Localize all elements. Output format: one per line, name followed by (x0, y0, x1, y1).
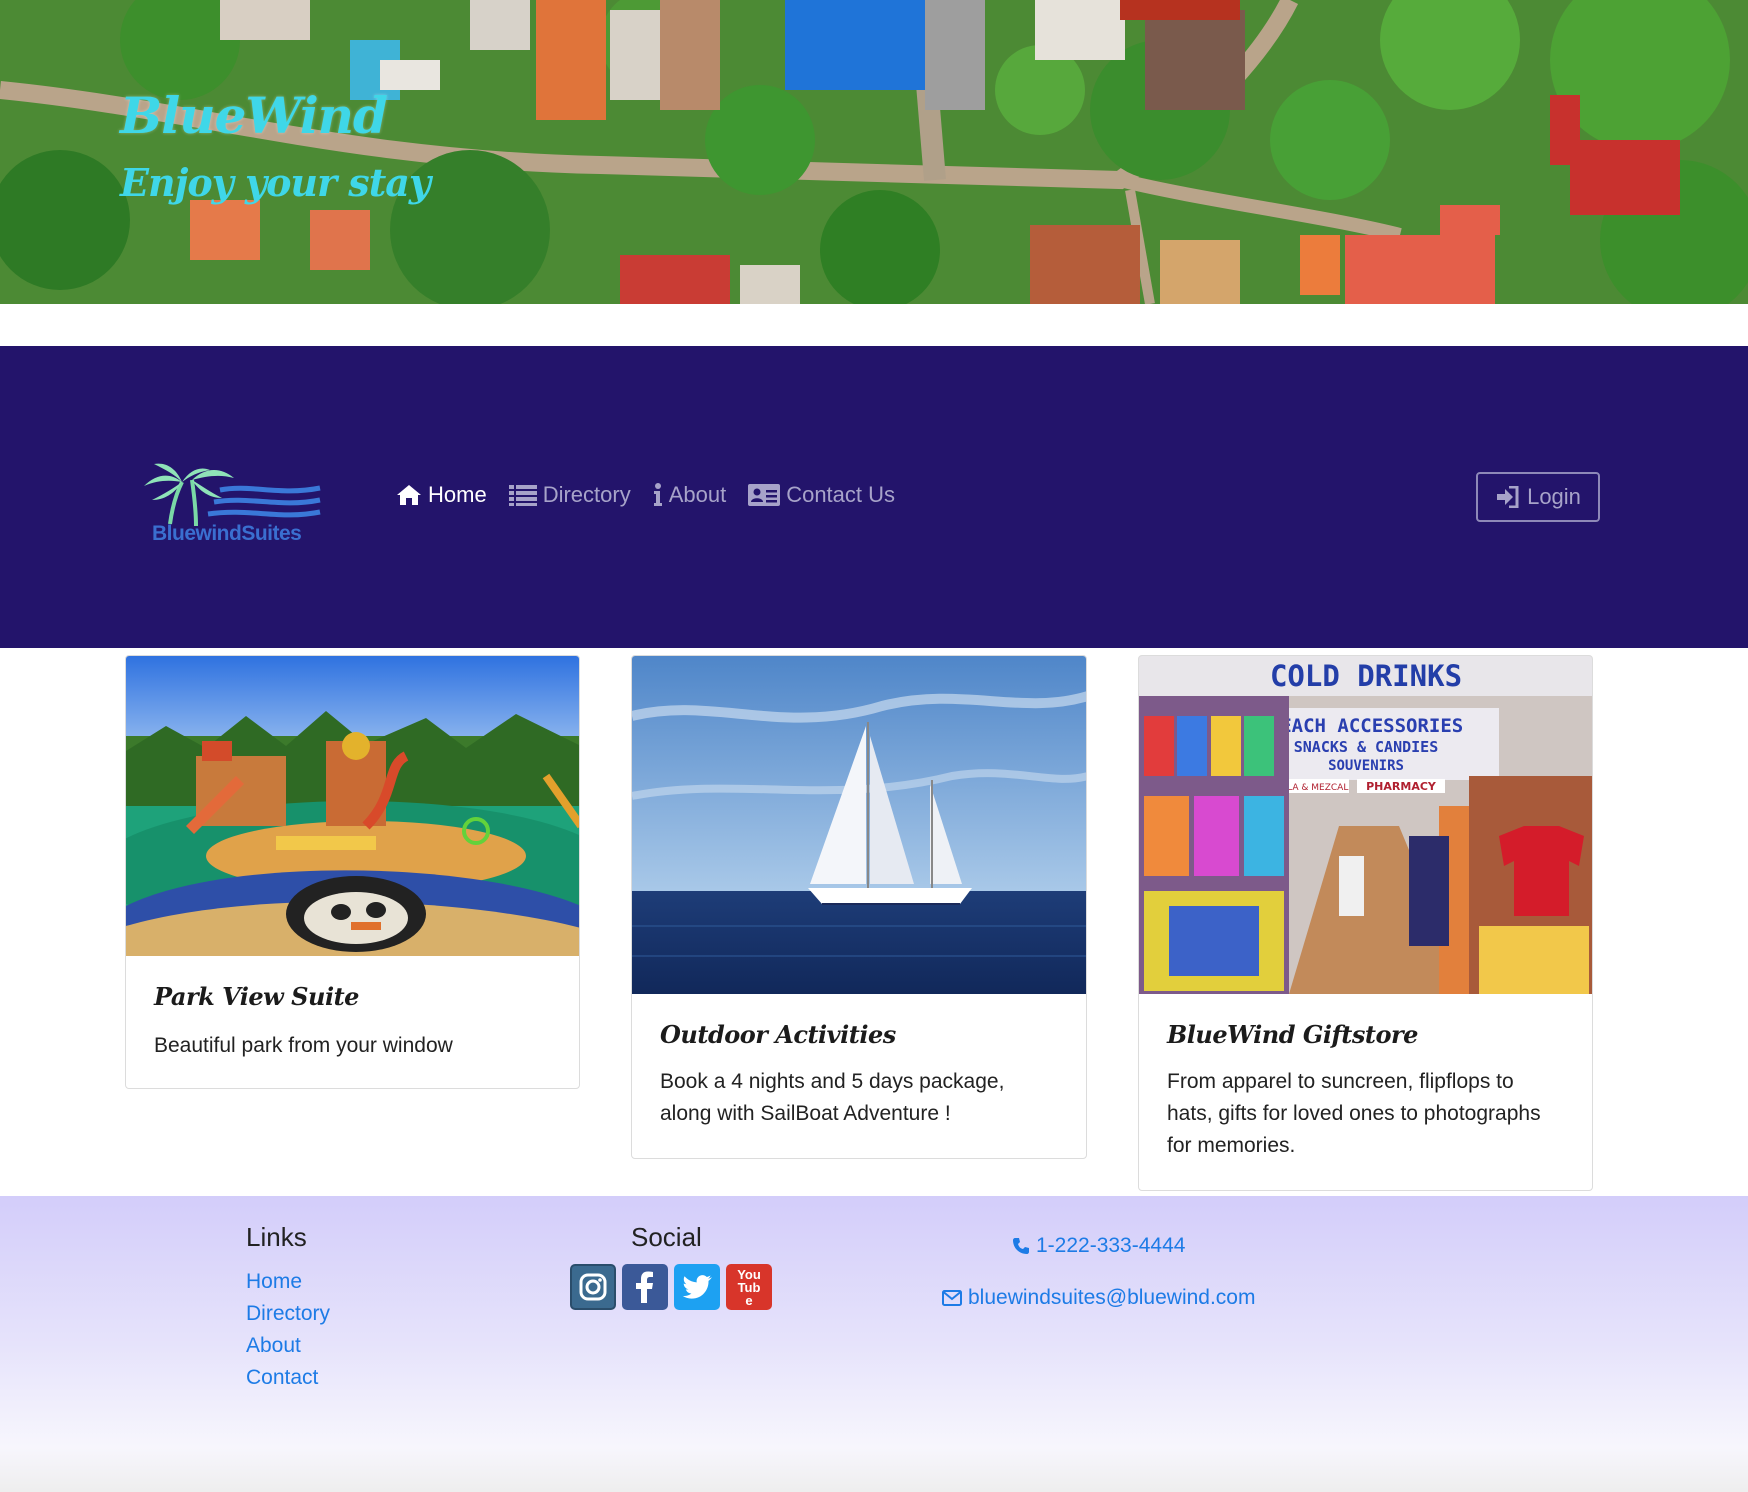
footer-links: Home Directory About Contact (246, 1266, 330, 1394)
envelope-icon (942, 1290, 962, 1306)
aerial-town-image (0, 0, 1748, 304)
card-image (632, 656, 1086, 994)
social-icons: You Tube (570, 1264, 772, 1310)
instagram-icon[interactable] (570, 1264, 616, 1310)
phone-icon (1013, 1238, 1029, 1254)
footer-link-contact[interactable]: Contact (246, 1362, 330, 1394)
logo-text: BluewindSuites (152, 522, 302, 545)
facebook-icon[interactable] (622, 1264, 668, 1310)
card-giftstore[interactable]: COLD DRINKS BEACH ACCESSORIES SNACKS & C… (1138, 655, 1593, 1191)
info-icon (653, 483, 662, 506)
email-text: bluewindsuites@bluewind.com (968, 1286, 1256, 1309)
nav-item-contact[interactable]: Contact Us (748, 482, 895, 508)
sign-cold-drinks: COLD DRINKS (1270, 659, 1462, 693)
sign-beach-accessories: BEACH ACCESSORIES (1269, 715, 1463, 737)
navbar: BluewindSuites Home Directory About Cont… (0, 346, 1748, 648)
nav-item-directory[interactable]: Directory (508, 482, 631, 508)
card-text: Book a 4 nights and 5 days package, alon… (660, 1070, 1005, 1125)
twitter-icon[interactable] (674, 1264, 720, 1310)
list-icon (508, 485, 537, 506)
footer: Links Home Directory About Contact Socia… (0, 1196, 1748, 1492)
footer-phone[interactable]: 1-222-333-4444 (1012, 1234, 1185, 1258)
card-park-view-suite[interactable]: Park View Suite Beautiful park from your… (125, 655, 580, 1089)
card-title: BlueWind Giftstore (1167, 1020, 1418, 1049)
sailboat-image (632, 656, 1086, 994)
footer-link-about[interactable]: About (246, 1330, 330, 1362)
sign-snacks: SNACKS & CANDIES (1294, 738, 1439, 756)
card-title: Park View Suite (154, 982, 359, 1011)
card-image (126, 656, 579, 956)
footer-link-directory[interactable]: Directory (246, 1298, 330, 1330)
hero-title: BlueWind (120, 86, 388, 145)
address-card-icon (748, 484, 781, 506)
nav-item-label: About (668, 482, 727, 507)
footer-social-heading: Social (631, 1222, 702, 1252)
nav-item-home[interactable]: Home (396, 482, 487, 508)
hero-banner: BlueWind Enjoy your stay (0, 0, 1748, 304)
hero-tagline: Enjoy your stay (120, 160, 431, 205)
nav-item-label: Home (428, 482, 487, 507)
card-outdoor-activities[interactable]: Outdoor Activities Book a 4 nights and 5… (631, 655, 1087, 1159)
phone-text: 1-222-333-4444 (1036, 1234, 1186, 1257)
login-button[interactable]: Login (1476, 472, 1600, 522)
nav-links: Home Directory About Contact Us (396, 482, 895, 508)
nav-item-about[interactable]: About (653, 482, 727, 508)
nav-item-label: Directory (542, 482, 631, 507)
footer-email[interactable]: bluewindsuites@bluewind.com (942, 1286, 1255, 1310)
playground-image (126, 656, 579, 956)
giftstore-image: COLD DRINKS BEACH ACCESSORIES SNACKS & C… (1139, 656, 1592, 994)
sign-pharmacy: PHARMACY (1366, 780, 1437, 793)
card-title: Outdoor Activities (660, 1020, 896, 1049)
youtube-icon[interactable]: You Tube (726, 1264, 772, 1310)
home-icon (397, 485, 421, 505)
youtube-label: You Tube (737, 1266, 761, 1308)
card-image: COLD DRINKS BEACH ACCESSORIES SNACKS & C… (1139, 656, 1592, 994)
card-text: Beautiful park from your window (154, 1034, 453, 1057)
brand-logo[interactable]: BluewindSuites (130, 454, 330, 554)
sign-souvenirs: SOUVENIRS (1328, 758, 1404, 774)
card-text: From apparel to suncreen, flipflops to h… (1167, 1070, 1541, 1157)
footer-link-home[interactable]: Home (246, 1266, 330, 1298)
nav-item-label: Contact Us (786, 482, 896, 507)
footer-links-heading: Links (246, 1222, 307, 1252)
sign-in-icon (1497, 486, 1519, 508)
login-label: Login (1527, 484, 1581, 509)
